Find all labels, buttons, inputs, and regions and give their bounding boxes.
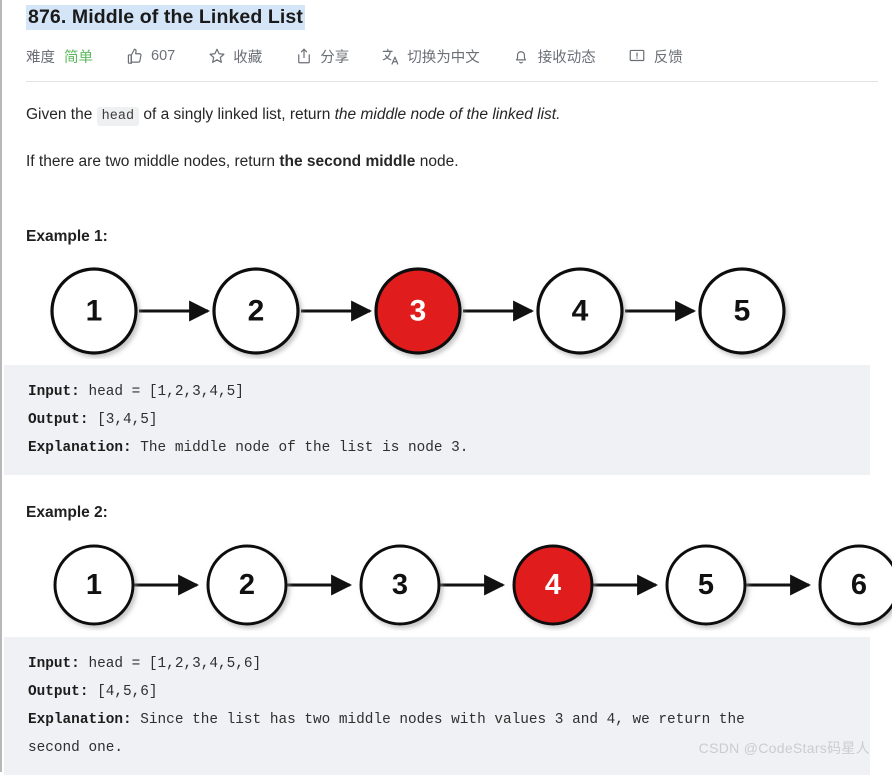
code-value: [4,5,6] bbox=[88, 683, 158, 700]
translate-label: 切换为中文 bbox=[407, 49, 480, 66]
translate-icon bbox=[381, 47, 400, 66]
code-value: [3,4,5] bbox=[88, 411, 158, 428]
linked-list-diagram-2: 1 2 3 4 5 6 bbox=[26, 535, 892, 631]
node-label-2-3: 3 bbox=[392, 569, 408, 601]
difficulty-value: 简单 bbox=[64, 49, 93, 66]
node-label-2-5: 5 bbox=[698, 569, 714, 601]
page-title-text: 876. Middle of the Linked List bbox=[26, 5, 305, 30]
node-label-2-6: 6 bbox=[851, 569, 867, 601]
code-line: Explanation: Since the list has two midd… bbox=[28, 706, 870, 734]
linked-list-svg-2: 1 2 3 4 5 6 bbox=[53, 544, 892, 626]
subscribe-label: 接收动态 bbox=[537, 49, 596, 66]
feedback-icon bbox=[628, 47, 647, 66]
linked-list-svg-1: 1 2 3 4 5 bbox=[50, 267, 786, 355]
code-key: Output: bbox=[28, 683, 89, 700]
code-value: head = [1,2,3,4,5,6] bbox=[79, 655, 262, 672]
share-label: 分享 bbox=[320, 49, 350, 66]
code-line: Input: head = [1,2,3,4,5,6] bbox=[28, 650, 870, 678]
desc-p1-text-a: Given the bbox=[26, 106, 97, 123]
feedback-button[interactable]: 反馈 bbox=[628, 46, 683, 67]
desc-p2-text-b: node. bbox=[415, 152, 459, 170]
code-line: Explanation: The middle node of the list… bbox=[28, 434, 870, 462]
example-2: Example 2: 1 2 3 4 5 6 Input: head = [1,… bbox=[4, 504, 892, 775]
favorite-button[interactable]: 收藏 bbox=[207, 46, 262, 67]
problem-page: 876. Middle of the Linked List 难度 简单 607 bbox=[0, 0, 892, 775]
problem-description: Given the head of a singly linked list, … bbox=[4, 103, 892, 174]
node-label-1-3: 3 bbox=[410, 294, 427, 327]
desc-p2-bold: the second middle bbox=[279, 152, 416, 170]
node-label-1-4: 4 bbox=[572, 294, 589, 327]
difficulty-indicator: 难度 简单 bbox=[26, 46, 93, 67]
code-value: head = [1,2,3,4,5] bbox=[79, 383, 244, 400]
desc-p2-text-a: If there are two middle nodes, return bbox=[26, 152, 280, 170]
node-label-1-1: 1 bbox=[86, 294, 103, 327]
node-label-1-2: 2 bbox=[248, 294, 265, 327]
description-paragraph-2: If there are two middle nodes, return th… bbox=[26, 150, 892, 174]
csdn-watermark: CSDN @CodeStars码星人 bbox=[698, 740, 870, 756]
translate-button[interactable]: 切换为中文 bbox=[381, 46, 480, 67]
code-key: Explanation: bbox=[28, 711, 132, 728]
code-key: Input: bbox=[28, 383, 80, 400]
code-line: Input: head = [1,2,3,4,5] bbox=[28, 378, 870, 406]
node-label-2-4: 4 bbox=[545, 569, 561, 601]
code-value: second one. bbox=[28, 739, 123, 756]
example-1-heading: Example 1: bbox=[26, 227, 108, 245]
desc-p1-text-b: of a singly linked list, return bbox=[139, 106, 335, 123]
code-value: Since the list has two middle nodes with… bbox=[131, 711, 745, 728]
code-key: Output: bbox=[28, 411, 89, 428]
like-button[interactable]: 607 bbox=[125, 47, 175, 66]
example-2-heading: Example 2: bbox=[26, 503, 108, 521]
inline-code-head: head bbox=[96, 107, 140, 126]
difficulty-label: 难度 bbox=[26, 49, 55, 66]
thumbs-up-icon bbox=[125, 47, 144, 66]
node-label-2-2: 2 bbox=[239, 569, 255, 601]
subscribe-button[interactable]: 接收动态 bbox=[512, 46, 596, 67]
example-1-code-block: Input: head = [1,2,3,4,5] Output: [3,4,5… bbox=[4, 364, 870, 475]
bell-icon bbox=[512, 47, 531, 66]
example-1: Example 1: 1 2 3 4 5 Input: head = [1,2,… bbox=[4, 228, 892, 475]
feedback-label: 反馈 bbox=[653, 49, 683, 66]
code-key: Input: bbox=[28, 655, 80, 672]
code-line: Output: [3,4,5] bbox=[28, 406, 870, 434]
page-title: 876. Middle of the Linked List bbox=[4, 0, 892, 30]
share-icon bbox=[294, 47, 313, 66]
like-count: 607 bbox=[151, 48, 176, 64]
node-label-1-5: 5 bbox=[734, 294, 751, 327]
header-divider bbox=[26, 81, 878, 82]
star-icon bbox=[207, 47, 226, 66]
share-button[interactable]: 分享 bbox=[294, 46, 349, 67]
desc-p1-italic: the middle node of the linked list. bbox=[334, 106, 561, 123]
node-label-2-1: 1 bbox=[86, 569, 102, 601]
favorite-label: 收藏 bbox=[233, 49, 263, 66]
code-value: The middle node of the list is node 3. bbox=[131, 439, 469, 456]
code-key: Explanation: bbox=[28, 439, 132, 456]
code-line: Output: [4,5,6] bbox=[28, 678, 870, 706]
problem-meta-bar: 难度 简单 607 收藏 分享 切换为中文 接收动态 反馈 bbox=[4, 30, 892, 70]
description-paragraph-1: Given the head of a singly linked list, … bbox=[26, 103, 892, 128]
linked-list-diagram-1: 1 2 3 4 5 bbox=[26, 259, 892, 359]
